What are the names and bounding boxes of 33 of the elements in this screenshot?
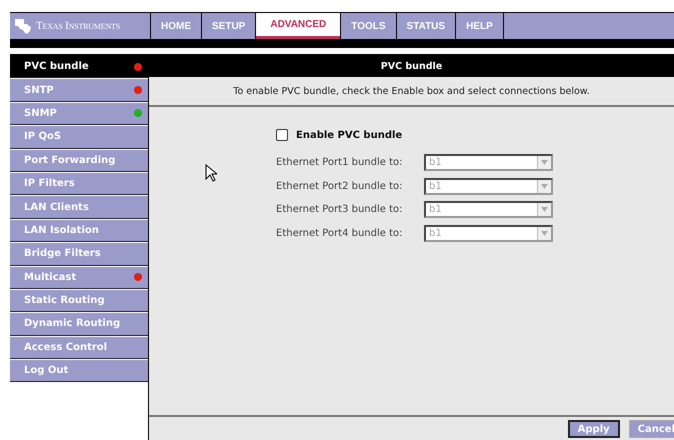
- sidebar-item[interactable]: Access Control: [10, 336, 148, 360]
- sidebar-item[interactable]: IP Filters: [10, 172, 148, 196]
- sidebar-item[interactable]: SNTP: [10, 79, 148, 102]
- sidebar-item[interactable]: LAN Clients: [10, 196, 148, 219]
- sidebar-item[interactable]: LAN Isolation: [10, 220, 148, 242]
- nav-tab[interactable]: HELP: [456, 13, 503, 39]
- action-button[interactable]: Cancel: [628, 420, 674, 438]
- action-button[interactable]: Apply: [568, 420, 620, 438]
- enable-checkbox[interactable]: [276, 129, 288, 141]
- enable-label: Enable PVC bundle: [296, 130, 402, 140]
- nav-tab[interactable]: HOME: [151, 13, 201, 39]
- texas-state-icon: [13, 17, 33, 35]
- sidebar-item[interactable]: PVC bundle: [10, 56, 148, 78]
- nav-tab[interactable]: SETUP: [202, 13, 256, 39]
- panel-title: PVC bundle: [149, 56, 674, 77]
- sidebar-item[interactable]: IP QoS: [10, 126, 148, 149]
- nav-tab[interactable]: ADVANCED: [256, 13, 340, 39]
- mouse-pointer-icon: [205, 164, 217, 182]
- sidebar-item[interactable]: Port Forwarding: [10, 150, 148, 172]
- sidebar-item[interactable]: Log Out: [10, 360, 148, 382]
- panel-description: To enable PVC bundle, check the Enable box and select connections below.: [149, 77, 674, 107]
- nav-tab[interactable]: STATUS: [396, 13, 456, 39]
- brand-name: Texas Instruments: [36, 20, 120, 32]
- port-label: Ethernet Port2 bundle to:: [276, 180, 404, 192]
- sidebar-item[interactable]: Dynamic Routing: [10, 313, 148, 336]
- sidebar-item[interactable]: Bridge Filters: [10, 243, 148, 266]
- port-label: Ethernet Port1 bundle to:: [276, 157, 404, 168]
- sidebar-item[interactable]: Static Routing: [10, 290, 148, 312]
- port-label: Ethernet Port4 bundle to:: [276, 228, 404, 239]
- port-label: Ethernet Port3 bundle to:: [276, 204, 404, 216]
- sidebar-item[interactable]: SNMP: [10, 102, 148, 126]
- sidebar-item[interactable]: Multicast: [10, 266, 148, 289]
- nav-tab[interactable]: TOOLS: [341, 13, 396, 39]
